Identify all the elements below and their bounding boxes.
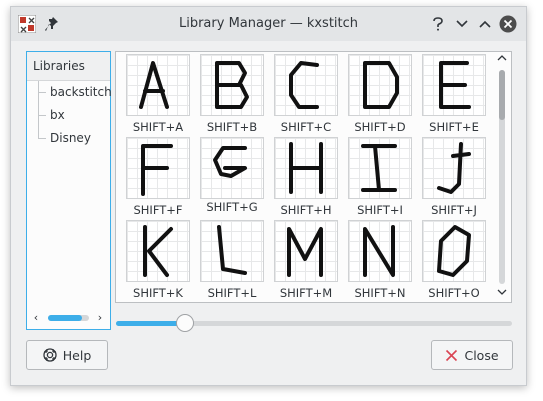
glyph-c-stroke: [289, 61, 319, 109]
library-item-label: backstitch: [50, 85, 112, 99]
glyph-preview: [274, 220, 338, 282]
close-x-icon: [446, 349, 458, 361]
glyph-cell[interactable]: SHIFT+M: [269, 218, 343, 302]
glyph-preview: [200, 137, 264, 199]
glyph-cell[interactable]: SHIFT+E: [417, 52, 491, 136]
glyph-l-stroke: [217, 225, 247, 275]
glyph-n-stroke: [363, 225, 395, 277]
glyph-preview: [422, 54, 486, 116]
minimize-icon[interactable]: [453, 15, 471, 33]
glyph-preview: [422, 220, 486, 282]
glyph-cell[interactable]: SHIFT+K: [121, 218, 195, 302]
library-item[interactable]: Disney: [27, 127, 110, 150]
help-lifebuoy-icon: [43, 348, 57, 362]
libraries-list: backstitch bx Disney: [27, 81, 112, 150]
library-item-label: bx: [50, 108, 65, 122]
glyph-label: SHIFT+I: [357, 203, 403, 217]
glyph-a-stroke: [139, 61, 169, 109]
glyph-preview: [126, 54, 190, 116]
glyph-label: SHIFT+D: [354, 120, 406, 134]
glyph-label: SHIFT+O: [428, 286, 480, 300]
glyph-cell[interactable]: SHIFT+J: [417, 135, 491, 219]
glyph-preview: [348, 54, 412, 116]
glyph-preview: [274, 54, 338, 116]
glyph-cell[interactable]: SHIFT+I: [343, 135, 417, 219]
zoom-slider-handle[interactable]: [176, 314, 194, 332]
help-button-label: Help: [62, 347, 92, 363]
window-title: Library Manager — kxstitch: [178, 16, 359, 31]
glyph-preview: [126, 220, 190, 282]
glyph-i-stroke: [361, 144, 397, 192]
scroll-left-icon[interactable]: ‹: [31, 311, 41, 325]
glyph-preview: [126, 137, 190, 199]
library-item[interactable]: backstitch: [27, 81, 112, 104]
library-item[interactable]: bx: [27, 104, 110, 127]
glyph-preview: [422, 137, 486, 199]
tree-branch: [38, 92, 46, 93]
preview-vertical-scrollbar[interactable]: [496, 54, 508, 300]
maximize-icon[interactable]: [476, 15, 494, 33]
library-manager-window: Library Manager — kxstitch Libraries bac…: [10, 6, 527, 386]
libraries-header[interactable]: Libraries: [27, 52, 110, 81]
glyph-label: SHIFT+F: [133, 203, 183, 217]
glyph-cell[interactable]: SHIFT+D: [343, 52, 417, 136]
close-icon[interactable]: [499, 15, 517, 33]
glyph-cell[interactable]: SHIFT+G: [195, 135, 269, 219]
glyph-label: SHIFT+H: [280, 203, 332, 217]
glyph-cell[interactable]: SHIFT+L: [195, 218, 269, 302]
glyph-j-stroke: [437, 142, 471, 194]
glyph-preview: [200, 54, 264, 116]
glyph-label: SHIFT+E: [429, 120, 479, 134]
glyph-label: SHIFT+N: [354, 286, 406, 300]
scrollbar-thumb[interactable]: [499, 70, 505, 120]
glyph-label: SHIFT+M: [279, 286, 333, 300]
glyph-cell[interactable]: SHIFT+H: [269, 135, 343, 219]
scroll-up-icon[interactable]: [496, 54, 508, 66]
glyph-cell[interactable]: SHIFT+F: [121, 135, 195, 219]
glyph-cell[interactable]: SHIFT+C: [269, 52, 343, 136]
scrollbar-track[interactable]: [499, 70, 505, 284]
libraries-tree[interactable]: Libraries backstitch bx Disney ‹ ›: [26, 51, 112, 330]
glyph-cell[interactable]: SHIFT+B: [195, 52, 269, 136]
glyph-label: SHIFT+J: [431, 203, 477, 217]
glyph-m-stroke: [287, 227, 323, 277]
glyph-label: SHIFT+G: [206, 200, 258, 214]
close-button-label: Close: [464, 347, 499, 363]
glyph-preview: [348, 220, 412, 282]
scrollbar-track[interactable]: [48, 315, 89, 321]
libraries-horizontal-scrollbar[interactable]: ‹ ›: [31, 311, 106, 325]
glyph-cell[interactable]: SHIFT+O: [417, 218, 491, 302]
zoom-slider[interactable]: [116, 313, 512, 333]
glyph-label: SHIFT+B: [206, 120, 258, 134]
glyph-cell[interactable]: SHIFT+A: [121, 52, 195, 136]
glyph-preview: [274, 137, 338, 199]
close-button[interactable]: Close: [431, 340, 513, 370]
title-bar: Library Manager — kxstitch: [11, 7, 526, 41]
glyph-b-stroke: [215, 61, 249, 109]
zoom-slider-fill: [116, 321, 185, 326]
library-item-label: Disney: [50, 131, 91, 145]
glyph-o-stroke: [437, 225, 471, 277]
scroll-right-icon[interactable]: ›: [95, 311, 105, 325]
glyph-e-stroke: [439, 61, 471, 109]
tree-branch: [38, 115, 46, 116]
glyph-d-stroke: [363, 61, 399, 109]
glyph-cell[interactable]: SHIFT+N: [343, 218, 417, 302]
glyph-k-stroke: [143, 225, 173, 277]
help-icon[interactable]: [429, 15, 447, 33]
glyph-preview: [348, 137, 412, 199]
glyph-f-stroke: [141, 144, 173, 196]
glyph-preview: [200, 220, 264, 282]
glyph-label: SHIFT+K: [133, 286, 183, 300]
scroll-down-icon[interactable]: [496, 288, 508, 300]
scrollbar-thumb[interactable]: [48, 315, 82, 321]
glyph-g-stroke: [213, 146, 247, 178]
pattern-preview-grid[interactable]: SHIFT+A SHIFT+B SHIFT+C SHIFT+D SHIFT+E SHIFT…: [115, 51, 512, 303]
glyph-label: SHIFT+A: [132, 120, 184, 134]
glyph-h-stroke: [289, 142, 323, 194]
tree-branch: [38, 138, 46, 139]
glyph-label: SHIFT+C: [280, 120, 332, 134]
glyph-label: SHIFT+L: [207, 286, 257, 300]
help-button[interactable]: Help: [26, 340, 108, 370]
